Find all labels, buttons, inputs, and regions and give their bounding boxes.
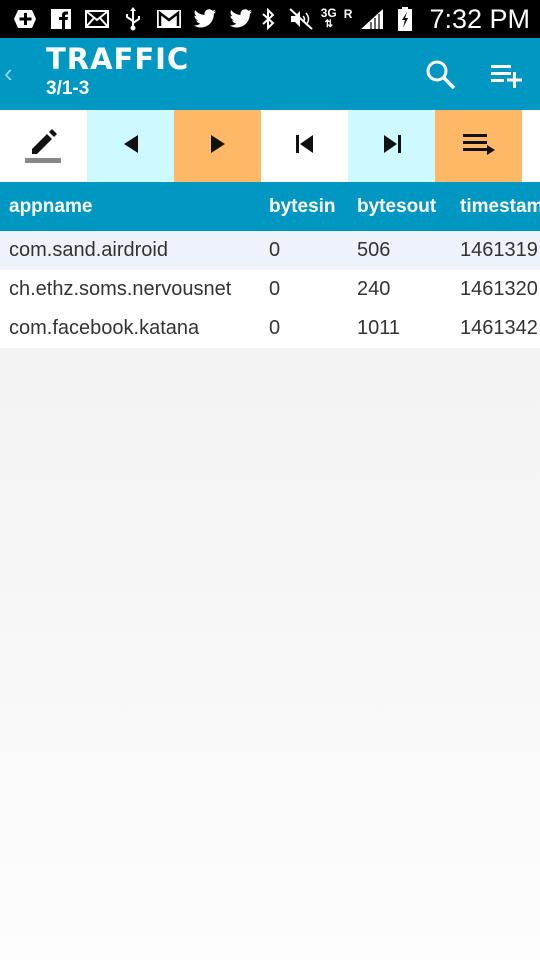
battery-charging-icon [392, 7, 418, 31]
edit-button[interactable] [0, 110, 87, 182]
table-header: appname bytesin bytesout timestam [0, 182, 540, 231]
notification-icons [0, 7, 254, 31]
clock: 7:32 PM [429, 3, 530, 34]
network-label: 3G [320, 6, 337, 20]
roaming-label: R [343, 6, 353, 21]
page-subtitle: 3/1-3 [46, 78, 90, 99]
search-icon[interactable] [424, 58, 458, 92]
cell-bytesin: 0 [269, 317, 281, 339]
next-icon [208, 134, 228, 159]
cell-appname: ch.ethz.soms.nervousnet [9, 278, 232, 300]
cell-timestamp: 1461319 [460, 239, 538, 261]
column-header-appname[interactable]: appname [9, 196, 92, 218]
add-box-icon [12, 8, 38, 30]
traffic-table: appname bytesin bytesout timestam com.sa… [0, 182, 540, 348]
skip-last-icon [381, 134, 403, 159]
playlist-add-icon[interactable] [488, 60, 524, 90]
twitter-icon [228, 8, 254, 30]
skip-last-button[interactable] [348, 110, 435, 182]
table-row[interactable]: com.facebook.katana 0 1011 1461342 [0, 309, 540, 348]
previous-button[interactable] [87, 110, 174, 182]
page-title: TRAFFIC [46, 42, 190, 76]
cell-timestamp: 1461320 [460, 278, 538, 300]
twitter-icon [192, 8, 218, 30]
cell-appname: com.sand.airdroid [9, 239, 168, 261]
skip-first-icon [294, 134, 316, 159]
mute-icon [288, 8, 314, 30]
screen: 3G ⇅ R 7:32 PM ‹ TRAFFIC 3/1-3 appname b… [0, 0, 540, 960]
cell-bytesout: 506 [357, 239, 391, 261]
previous-icon [121, 134, 141, 159]
edit-icon [24, 122, 64, 171]
skip-first-button[interactable] [261, 110, 348, 182]
system-icons: 3G ⇅ R 7:32 PM [255, 4, 540, 35]
playlist-icon [462, 132, 496, 161]
cell-timestamp: 1461342 [460, 317, 538, 339]
next-button[interactable] [174, 110, 261, 182]
signal-icon [359, 8, 385, 30]
column-header-bytesin[interactable]: bytesin [269, 196, 336, 218]
navigation-toolbar [0, 110, 540, 182]
column-header-bytesout[interactable]: bytesout [357, 196, 436, 218]
cell-bytesin: 0 [269, 239, 281, 261]
status-bar: 3G ⇅ R 7:32 PM [0, 0, 540, 38]
cell-bytesout: 240 [357, 278, 391, 300]
gmail-icon [156, 8, 182, 30]
data-arrows-icon: ⇅ [324, 19, 333, 30]
back-chevron-icon[interactable]: ‹ [4, 58, 22, 88]
cell-bytesout: 1011 [357, 317, 401, 339]
cell-bytesin: 0 [269, 278, 281, 300]
table-row[interactable]: com.sand.airdroid 0 506 1461319 [0, 231, 540, 270]
mail-icon [84, 8, 110, 30]
network-type-label: 3G ⇅ [320, 6, 337, 30]
facebook-icon [48, 8, 74, 30]
playlist-button[interactable] [435, 110, 522, 182]
bluetooth-icon [255, 8, 281, 30]
column-header-timestamp[interactable]: timestam [460, 196, 540, 218]
action-bar: ‹ TRAFFIC 3/1-3 [0, 38, 540, 110]
table-row[interactable]: ch.ethz.soms.nervousnet 0 240 1461320 [0, 270, 540, 309]
cell-appname: com.facebook.katana [9, 317, 200, 339]
usb-icon [120, 7, 146, 31]
